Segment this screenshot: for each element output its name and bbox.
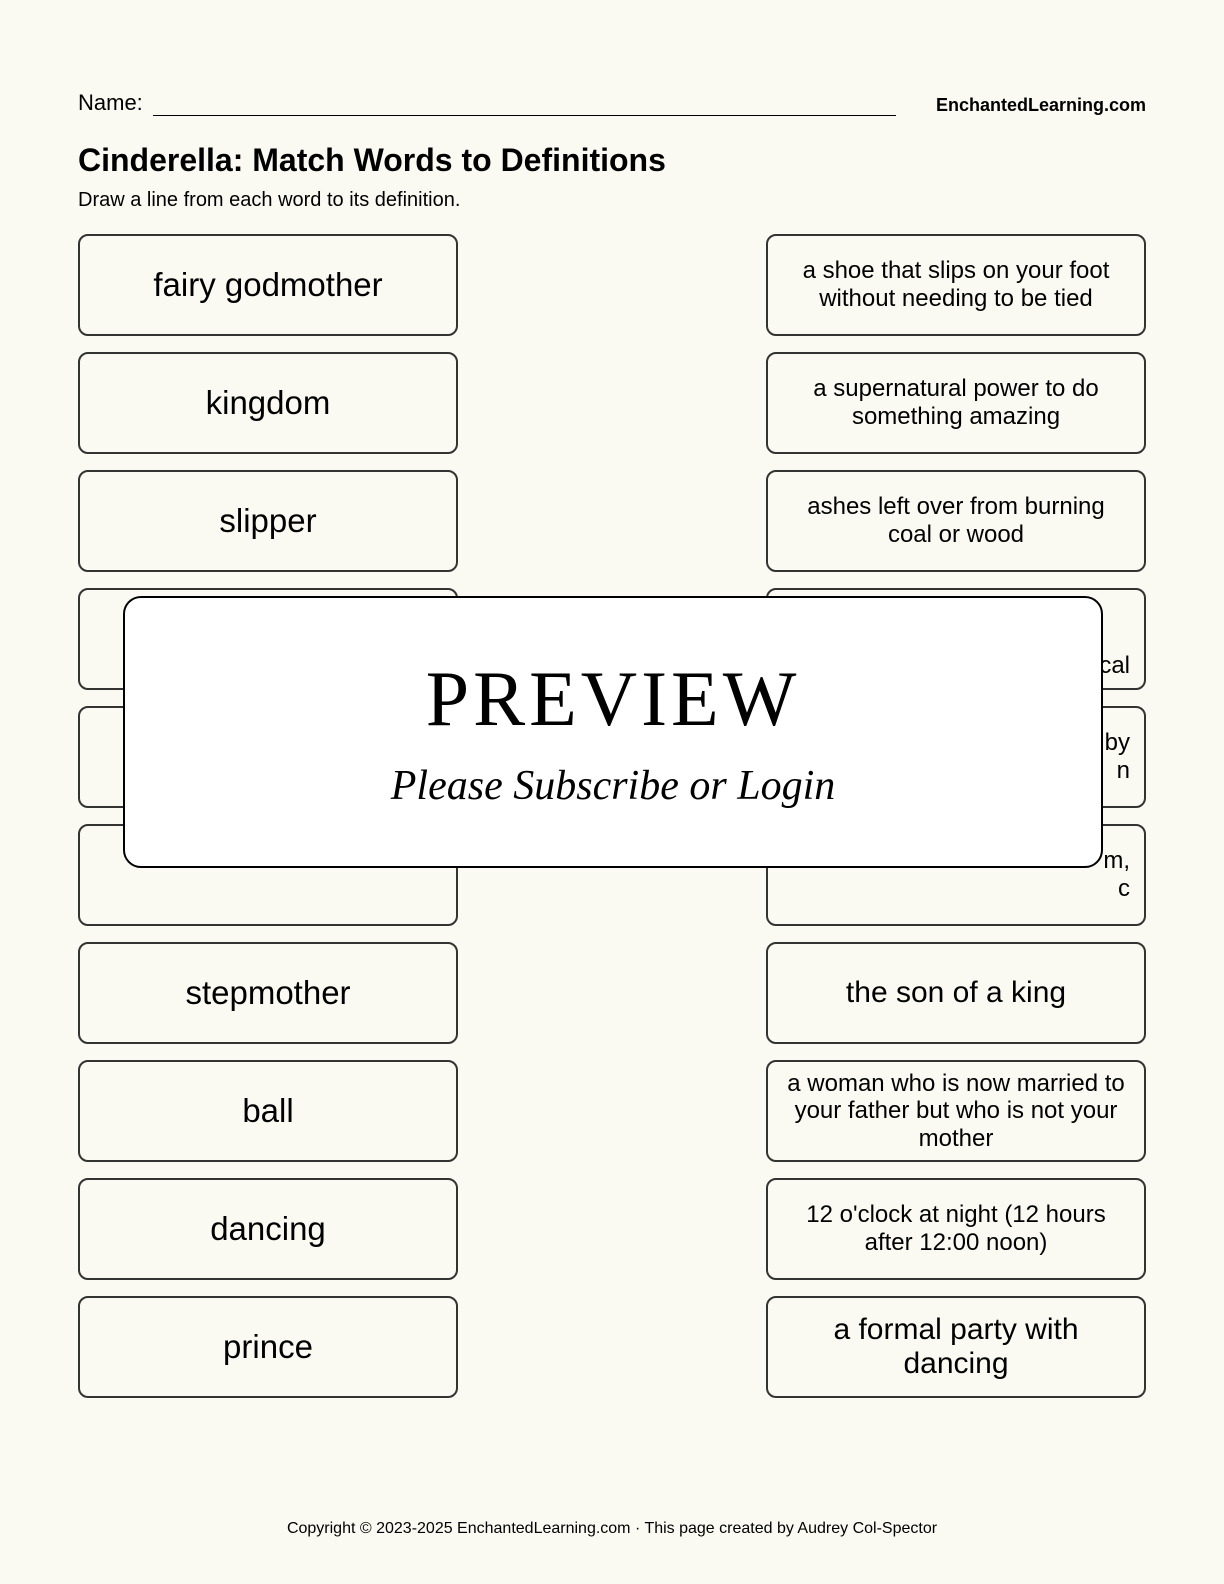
word-box: stepmother <box>78 942 458 1044</box>
definition-box: a formal party with dancing <box>766 1296 1146 1398</box>
definition-text: a formal party with dancing <box>782 1313 1130 1382</box>
definition-box: a supernatural power to do something ama… <box>766 352 1146 454</box>
overlay-title: PREVIEW <box>426 654 801 744</box>
definition-text-suffix: m, c <box>1103 847 1130 902</box>
definition-text: the son of a king <box>846 976 1066 1011</box>
word-box: ball <box>78 1060 458 1162</box>
definition-text: 12 o'clock at night (12 hours after 12:0… <box>782 1201 1130 1256</box>
definition-text: ashes left over from burning coal or woo… <box>782 493 1130 548</box>
name-underline[interactable] <box>153 94 896 116</box>
word-box: slipper <box>78 470 458 572</box>
word-box: prince <box>78 1296 458 1398</box>
definition-box: a shoe that slips on your foot without n… <box>766 234 1146 336</box>
word-text: dancing <box>210 1211 326 1247</box>
definition-box: the son of a king <box>766 942 1146 1044</box>
instructions-text: Draw a line from each word to its defini… <box>78 189 1146 212</box>
word-text: fairy godmother <box>153 267 382 303</box>
page-title: Cinderella: Match Words to Definitions <box>78 142 1146 179</box>
brand-text: EnchantedLearning.com <box>936 95 1146 116</box>
definition-text: a shoe that slips on your foot without n… <box>782 257 1130 312</box>
definition-box: a woman who is now married to your fathe… <box>766 1060 1146 1162</box>
header-row: Name: EnchantedLearning.com <box>78 90 1146 116</box>
name-label: Name: <box>78 90 143 116</box>
definition-text-suffix: by n <box>1105 729 1130 784</box>
definition-box: 12 o'clock at night (12 hours after 12:0… <box>766 1178 1146 1280</box>
word-text: kingdom <box>206 385 331 421</box>
definition-text: a woman who is now married to your fathe… <box>782 1070 1130 1153</box>
definition-text-suffix: cal <box>1099 652 1130 680</box>
word-text: slipper <box>219 503 316 539</box>
footer-text: Copyright © 2023-2025 EnchantedLearning.… <box>0 1520 1224 1538</box>
name-field: Name: <box>78 90 936 116</box>
preview-overlay: PREVIEW Please Subscribe or Login <box>123 596 1103 868</box>
definition-box: ashes left over from burning coal or woo… <box>766 470 1146 572</box>
overlay-subtitle: Please Subscribe or Login <box>391 762 835 810</box>
definition-text: a supernatural power to do something ama… <box>782 375 1130 430</box>
word-box: dancing <box>78 1178 458 1280</box>
word-box: kingdom <box>78 352 458 454</box>
word-text: ball <box>242 1093 293 1129</box>
word-text: stepmother <box>185 975 350 1011</box>
word-box: fairy godmother <box>78 234 458 336</box>
word-text: prince <box>223 1329 313 1365</box>
